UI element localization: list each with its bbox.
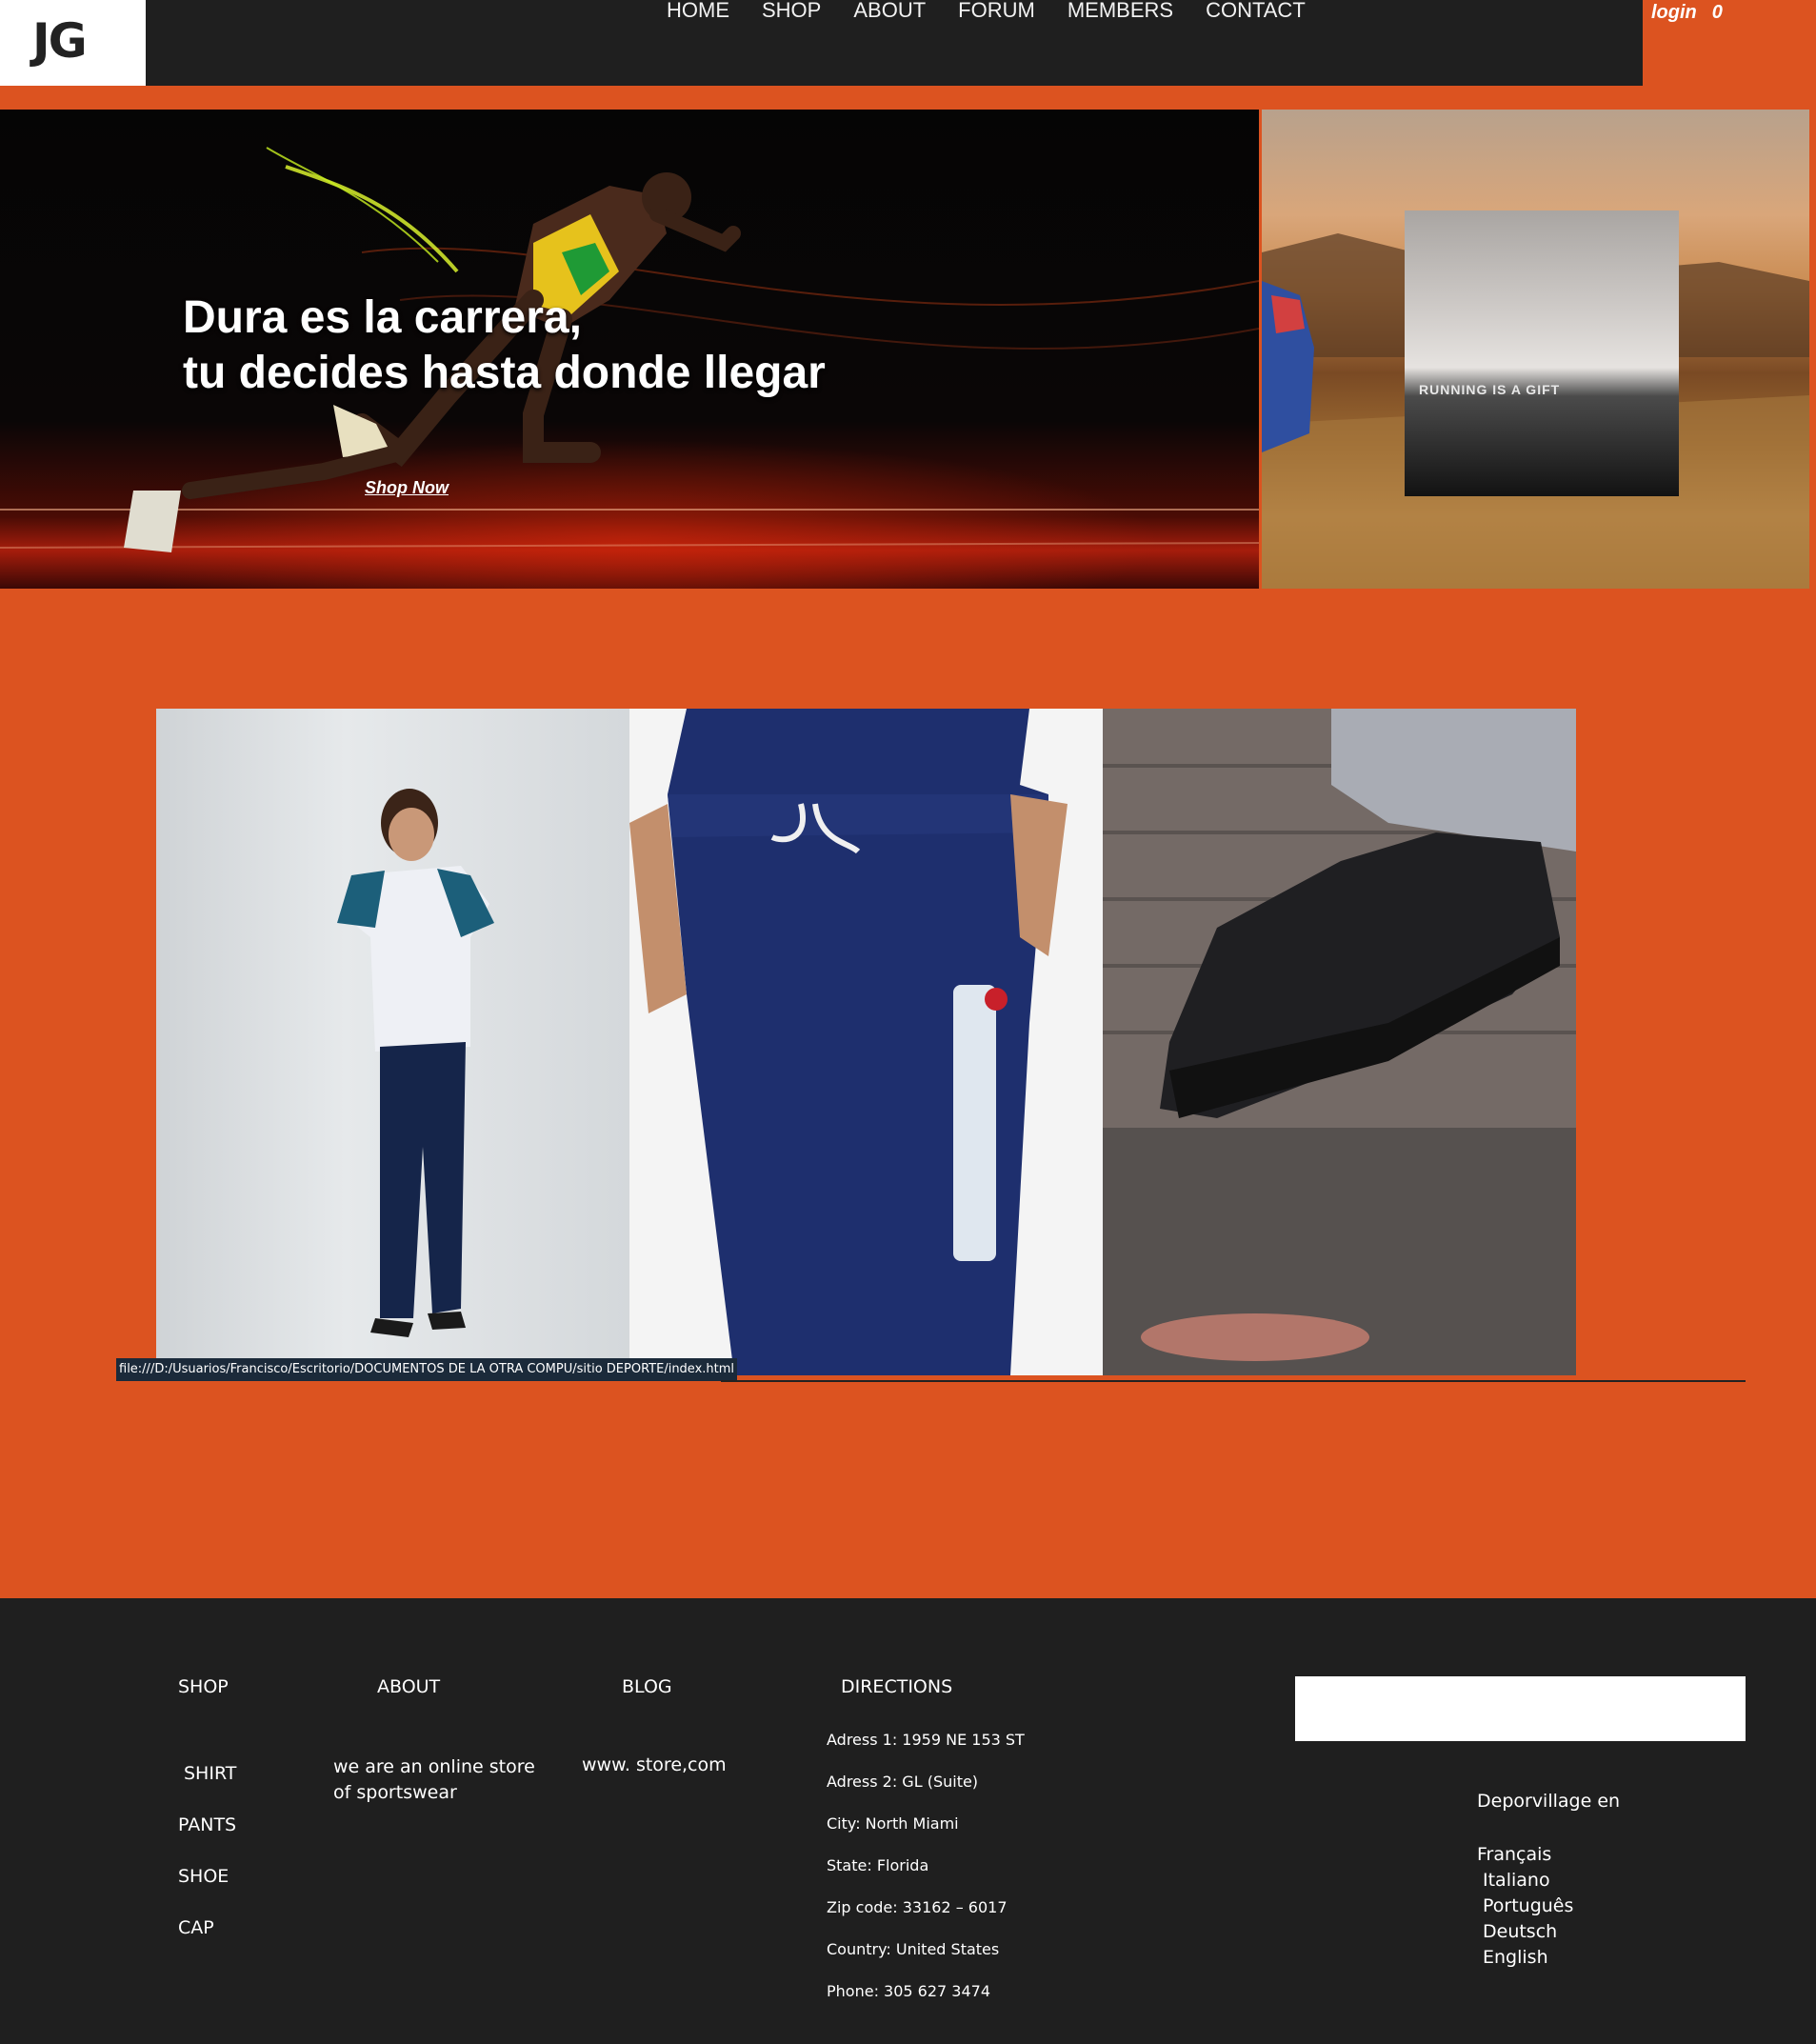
running-gift-caption: RUNNING IS A GIFT	[1419, 382, 1561, 397]
pants-illustration	[629, 709, 1103, 1375]
language-english[interactable]: English	[1477, 1945, 1573, 1971]
shoe-illustration	[1103, 709, 1576, 1375]
product-shirt-image[interactable]	[156, 709, 629, 1375]
main-nav: HOME SHOP ABOUT FORUM MEMBERS CONTACT	[667, 0, 1306, 23]
language-portuguese[interactable]: Português	[1477, 1894, 1573, 1919]
running-gift-card	[1405, 210, 1679, 496]
nav-members[interactable]: MEMBERS	[1068, 0, 1173, 23]
footer-about-text: we are an online store of sportswear	[333, 1756, 535, 1803]
footer-address-1: Adress 1: 1959 NE 153 ST	[827, 1731, 1025, 1749]
footer-state: State: Florida	[827, 1856, 929, 1874]
language-title: Deporvillage en	[1477, 1791, 1621, 1812]
nav-shop[interactable]: SHOP	[762, 0, 821, 23]
footer-directions-heading: DIRECTIONS	[841, 1676, 953, 1697]
hero-headline: Dura es la carrera, tu decides hasta don…	[183, 291, 826, 401]
model-shirt-illustration	[337, 789, 494, 1337]
footer-shop-cap[interactable]: CAP	[178, 1917, 214, 1938]
footer-city: City: North Miami	[827, 1814, 959, 1833]
language-italian[interactable]: Italiano	[1477, 1868, 1573, 1894]
footer-about-heading: ABOUT	[377, 1676, 441, 1697]
footer-phone: Phone: 305 627 3474	[827, 1982, 991, 2000]
language-list: Français Italiano Português Deutsch Engl…	[1477, 1842, 1573, 1971]
browser-status-url: file:///D:/Usuarios/Francisco/Escritorio…	[116, 1358, 738, 1381]
nav-home[interactable]: HOME	[667, 0, 729, 23]
hero-headline-line2: tu decides hasta donde llegar	[183, 348, 826, 398]
footer: SHOP SHIRT PANTS SHOE CAP ABOUT we are a…	[0, 1598, 1816, 2044]
hero-side-image: RUNNING IS A GIFT	[1262, 110, 1809, 589]
language-french[interactable]: Français	[1477, 1842, 1573, 1868]
footer-blog-heading: BLOG	[622, 1676, 672, 1697]
login-area: login 0	[1651, 2, 1723, 24]
footer-shop-shirt[interactable]: SHIRT	[184, 1763, 236, 1784]
shop-now-link[interactable]: Shop Now	[365, 478, 449, 498]
footer-country: Country: United States	[827, 1940, 1000, 1958]
cart-count[interactable]: 0	[1712, 2, 1723, 24]
hero-banner: Dura es la carrera, tu decides hasta don…	[0, 110, 1259, 589]
hero-headline-line1: Dura es la carrera,	[183, 292, 582, 343]
product-shoe-image[interactable]	[1103, 709, 1576, 1375]
footer-zip: Zip code: 33162 – 6017	[827, 1898, 1008, 1916]
nav-contact[interactable]: CONTACT	[1206, 0, 1306, 23]
language-german[interactable]: Deutsch	[1477, 1919, 1573, 1945]
login-link[interactable]: login	[1651, 2, 1697, 24]
status-divider	[721, 1380, 1746, 1382]
footer-newsletter-input[interactable]	[1295, 1676, 1746, 1741]
logo-text: JG	[32, 13, 88, 69]
footer-blog-link[interactable]: www. store,com	[582, 1754, 727, 1775]
logo[interactable]: JG	[0, 0, 146, 86]
nav-forum[interactable]: FORUM	[958, 0, 1035, 23]
footer-shop-heading: SHOP	[178, 1676, 229, 1697]
nav-about[interactable]: ABOUT	[853, 0, 926, 23]
top-navbar: JG HOME SHOP ABOUT FORUM MEMBERS CONTACT	[0, 0, 1643, 86]
product-pants-image[interactable]	[629, 709, 1103, 1375]
footer-address-2: Adress 2: GL (Suite)	[827, 1773, 979, 1791]
footer-shop-pants[interactable]: PANTS	[178, 1814, 236, 1835]
footer-shop-shoe[interactable]: SHOE	[178, 1866, 229, 1887]
